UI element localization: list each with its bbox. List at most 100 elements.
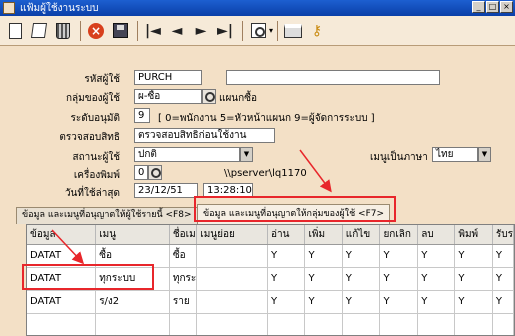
cell-add[interactable]: Y: [304, 290, 343, 314]
cell-delete[interactable]: Y: [417, 244, 456, 268]
cell-approve[interactable]: Y: [492, 244, 514, 268]
trash-icon: [56, 22, 70, 39]
printer-lookup-button[interactable]: [148, 165, 162, 180]
approval-level-field[interactable]: 9: [134, 108, 150, 123]
group-lookup-button[interactable]: [202, 89, 216, 104]
user-form: รหัสผู้ใช้ PURCH กลุ่มของผู้ใช้ ผ-ซื้อ แ…: [0, 46, 515, 206]
cell-menu-name[interactable]: ซื้อ: [169, 244, 198, 268]
cell-menu[interactable]: ร/ง2: [95, 290, 170, 314]
group-field[interactable]: ผ-ซื้อ: [134, 89, 202, 104]
cell-approve[interactable]: Y: [492, 267, 514, 291]
cell-delete[interactable]: Y: [417, 290, 456, 314]
save-icon: [112, 23, 128, 38]
cell-menu-name[interactable]: ทุกระ: [169, 267, 198, 291]
print-button[interactable]: [282, 20, 304, 42]
new-doc-icon: [8, 22, 22, 39]
menu-language-label: เมนูเป็นภาษา: [370, 152, 428, 163]
next-icon: ►: [195, 22, 207, 39]
user-status-select[interactable]: ปกติ: [134, 147, 240, 162]
column-header[interactable]: เพิ่ม: [304, 225, 343, 245]
group-description: แผนกซื้อ: [219, 93, 257, 104]
find-dropdown-icon[interactable]: ▾: [269, 26, 273, 35]
cell-edit[interactable]: Y: [342, 267, 381, 291]
cell-cancel[interactable]: Y: [379, 290, 419, 314]
new-record-button[interactable]: [4, 20, 26, 42]
user-name-field[interactable]: [226, 70, 440, 85]
cell-print[interactable]: Y: [454, 290, 493, 314]
printer-path: \\pserver\lq1170: [224, 168, 307, 179]
column-header[interactable]: ยกเลิก: [379, 225, 419, 245]
cancel-button[interactable]: ×: [85, 20, 107, 42]
key-button[interactable]: ⚷: [306, 20, 328, 42]
find-button[interactable]: [247, 20, 269, 42]
window-controls: _ □ ×: [472, 1, 513, 13]
approval-level-hint: [ 0=พนักงาน 5=หัวหน้าแผนก 9=ผู้จัดการระบ…: [158, 113, 375, 124]
save-button[interactable]: [109, 20, 131, 42]
maximize-button[interactable]: □: [486, 1, 499, 13]
toolbar-separator: [242, 20, 243, 41]
cell-approve[interactable]: Y: [492, 290, 514, 314]
menu-language-select[interactable]: ไทย: [432, 147, 478, 162]
cell-add[interactable]: Y: [304, 244, 343, 268]
cell-read[interactable]: Y: [267, 290, 306, 314]
column-header[interactable]: ชื่อเม: [169, 225, 198, 245]
first-record-button[interactable]: |◄: [142, 20, 164, 42]
printer-field[interactable]: 0: [134, 165, 148, 180]
toolbar-separator: [277, 20, 279, 41]
cell-submenu[interactable]: [196, 290, 269, 314]
toolbar: × |◄ ◄ ► ►| ▾ ⚷: [0, 16, 515, 46]
cancel-icon: ×: [88, 22, 104, 39]
table-row[interactable]: DATAT ร/ง2 ราย Y Y Y Y Y Y Y: [27, 290, 514, 314]
cell-cancel[interactable]: Y: [379, 244, 419, 268]
column-header[interactable]: ข้อมูล: [27, 225, 97, 245]
cell-read[interactable]: Y: [267, 267, 306, 291]
next-record-button[interactable]: ►: [190, 20, 212, 42]
minimize-button[interactable]: _: [472, 1, 485, 13]
grid-header-row: ข้อมูล เมนู ชื่อเม เมนูย่อย อ่าน เพิ่ม แ…: [27, 225, 514, 245]
close-button[interactable]: ×: [500, 1, 513, 13]
cell-submenu[interactable]: [196, 244, 269, 268]
cell-delete[interactable]: Y: [417, 267, 456, 291]
last-used-label: วันที่ใช้ล่าสุด: [64, 188, 120, 199]
column-header[interactable]: พิมพ์: [454, 225, 493, 245]
edit-icon: [30, 23, 48, 38]
column-header[interactable]: เมนู: [95, 225, 170, 245]
highlight-box-group-tab: [194, 196, 396, 222]
cell-data[interactable]: DATAT: [27, 290, 97, 314]
chevron-down-icon[interactable]: ▼: [240, 147, 253, 162]
key-icon: ⚷: [311, 22, 323, 39]
last-record-button[interactable]: ►|: [214, 20, 236, 42]
cell-add[interactable]: Y: [304, 267, 343, 291]
approval-level-label: ระดับอนุมัติ: [70, 113, 120, 124]
cell-cancel[interactable]: Y: [379, 267, 419, 291]
user-code-field[interactable]: PURCH: [134, 70, 202, 85]
cell-print[interactable]: Y: [454, 244, 493, 268]
print-icon: [284, 23, 303, 38]
last-icon: ►|: [217, 22, 233, 39]
cell-read[interactable]: Y: [267, 244, 306, 268]
chevron-down-icon[interactable]: ▼: [478, 147, 491, 162]
prev-record-button[interactable]: ◄: [166, 20, 188, 42]
column-header[interactable]: แก้ไข: [342, 225, 381, 245]
delete-record-button[interactable]: [52, 20, 74, 42]
toolbar-separator: [137, 20, 138, 41]
permission-check-label: ตรวจสอบสิทธิ: [59, 132, 120, 143]
prev-icon: ◄: [171, 22, 183, 39]
cell-print[interactable]: Y: [454, 267, 493, 291]
edit-record-button[interactable]: [28, 20, 50, 42]
table-row-empty: [27, 313, 514, 335]
find-icon: [250, 23, 266, 38]
column-header[interactable]: อ่าน: [267, 225, 306, 245]
group-label: กลุ่มของผู้ใช้: [65, 93, 120, 104]
permission-check-select[interactable]: ตรวจสอบสิทธิก่อนใช้งาน: [134, 128, 275, 143]
column-header[interactable]: เมนูย่อย: [196, 225, 269, 245]
tab-user-menus[interactable]: ข้อมูล และเมนูที่อนุญาตให้ผู้ใช้รายนี้ <…: [16, 207, 198, 224]
cell-edit[interactable]: Y: [342, 290, 381, 314]
cell-menu-name[interactable]: ราย: [169, 290, 198, 314]
cell-edit[interactable]: Y: [342, 244, 381, 268]
last-used-date-field[interactable]: 23/12/51: [134, 183, 198, 198]
user-status-label: สถานะผู้ใช้: [72, 152, 120, 163]
column-header[interactable]: ลบ: [417, 225, 456, 245]
column-header[interactable]: รับร: [492, 225, 514, 245]
cell-submenu[interactable]: [196, 267, 269, 291]
